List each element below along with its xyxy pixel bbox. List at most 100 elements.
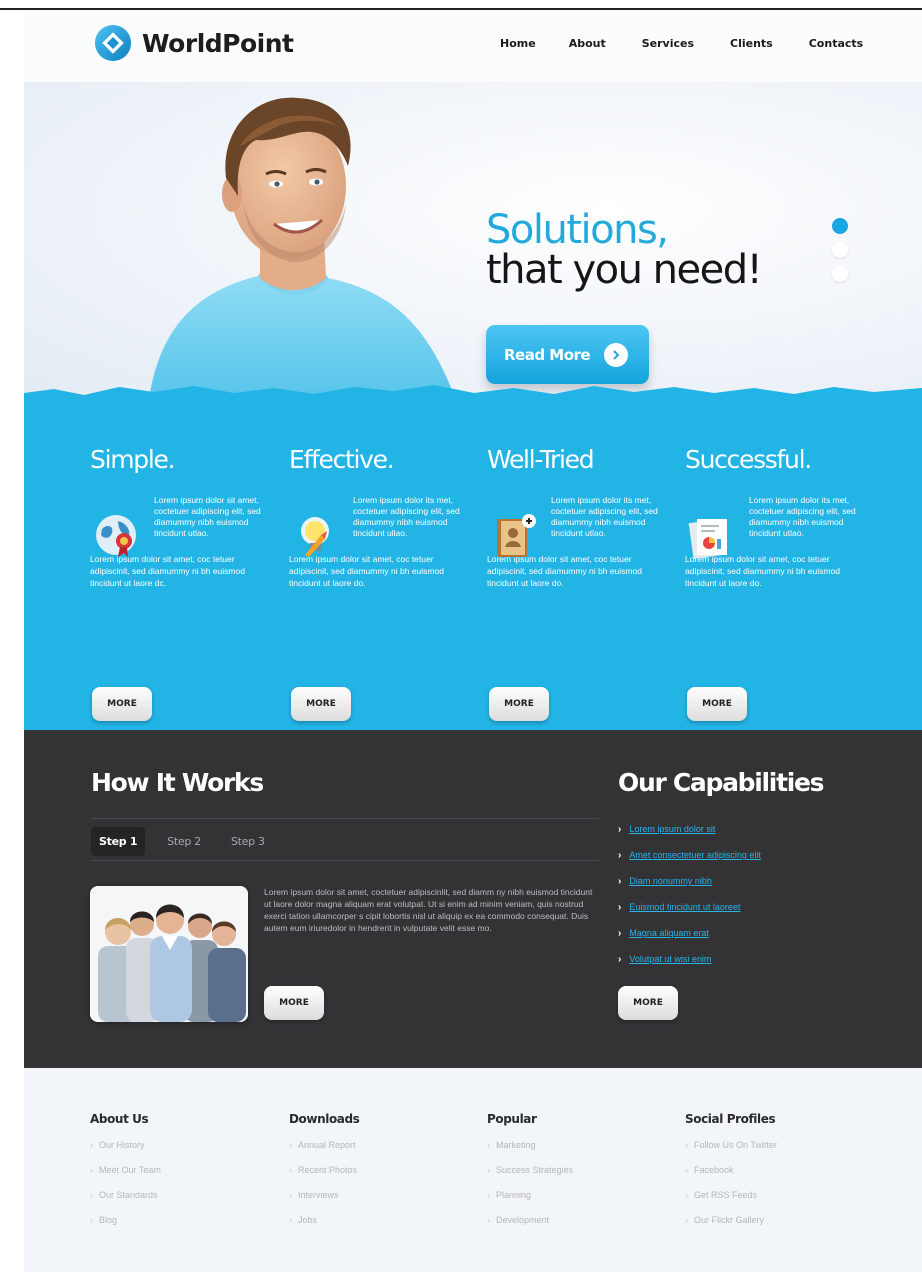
feature-successful: Successful. Lorem ipsum dolor its met, c…: [685, 445, 867, 721]
documents-chart-icon: [688, 519, 727, 559]
footer-link[interactable]: › Jobs: [289, 1215, 469, 1240]
hero-title: Solutions, that you need!: [486, 210, 763, 293]
footer-link[interactable]: › Follow Us On Twitter: [685, 1140, 865, 1165]
tab-step-3[interactable]: Step 3: [223, 827, 273, 856]
site-container: WorldPoint Home About Services Clients C…: [24, 10, 922, 1272]
globe-award-icon: [96, 515, 136, 557]
logo[interactable]: WorldPoint: [94, 24, 294, 62]
footer-column-social: Social Profiles › Follow Us On Twitter › F…: [685, 1112, 865, 1240]
divider: [91, 818, 599, 819]
arrow-right-icon: [604, 342, 629, 367]
footer-link[interactable]: › Our History: [90, 1140, 270, 1165]
team-image: [90, 886, 248, 1022]
footer-heading: Downloads: [289, 1112, 360, 1126]
footer-heading: Popular: [487, 1112, 537, 1126]
how-it-works-text: Lorem ipsum dolor sit amet, coctetuer ad…: [264, 887, 593, 933]
list-item: › Lorem ipsum dolor sit: [618, 816, 761, 842]
footer-link[interactable]: › Our Flickr Gallery: [685, 1215, 865, 1240]
features-section: Simple. Lorem ipsum dolor sit amet, coct…: [24, 395, 922, 730]
footer-link[interactable]: › Annual Report: [289, 1140, 469, 1165]
hero-title-line2: that you need!: [486, 247, 763, 293]
footer-link[interactable]: › Planning: [487, 1190, 667, 1215]
feature-more-button[interactable]: MORE: [92, 687, 152, 721]
step-tabs: Step 1 Step 2 Step 3: [91, 827, 287, 856]
capability-link[interactable]: Magna aliquam erat: [629, 928, 709, 938]
chevron-right-icon: ›: [618, 849, 622, 861]
footer-link[interactable]: › Blog: [90, 1215, 270, 1240]
lightbulb-icon: [301, 517, 329, 557]
slider-dot-2[interactable]: [832, 242, 848, 258]
footer-link[interactable]: › Recent Photos: [289, 1165, 469, 1190]
list-item: › Magna aliquam erat: [618, 920, 761, 946]
logo-text: WorldPoint: [142, 28, 294, 58]
feature-title: Well-Tried: [487, 445, 595, 474]
feature-more-button[interactable]: MORE: [687, 687, 747, 721]
feature-title: Successful.: [685, 445, 812, 474]
footer-link[interactable]: › Marketing: [487, 1140, 667, 1165]
nav-contacts[interactable]: Contacts: [809, 37, 863, 50]
nav-services[interactable]: Services: [642, 37, 694, 50]
capabilities-list: › Lorem ipsum dolor sit › Amet consectetue…: [618, 816, 761, 972]
capability-link[interactable]: Euismod tincidunt ut laoreet: [629, 902, 740, 912]
team-photo: [90, 886, 248, 1022]
capabilities-title: Our Capabilities: [618, 768, 825, 797]
nav-clients[interactable]: Clients: [730, 37, 773, 50]
read-more-label: Read More: [504, 345, 591, 364]
address-book-icon: [497, 514, 536, 557]
slider-dot-3[interactable]: [832, 266, 848, 282]
nav-about[interactable]: About: [569, 37, 606, 50]
nav-home[interactable]: Home: [500, 37, 536, 50]
feature-title: Effective.: [289, 445, 395, 474]
capabilities-more-button[interactable]: MORE: [618, 986, 678, 1020]
footer-link[interactable]: › Meet Our Team: [90, 1165, 270, 1190]
list-item: › Diam nonummy nibh: [618, 868, 761, 894]
tab-step-1[interactable]: Step 1: [91, 827, 146, 856]
footer-link[interactable]: › Success Strategies: [487, 1165, 667, 1190]
capability-link[interactable]: Diam nonummy nibh: [629, 876, 712, 886]
logo-icon: [94, 24, 132, 62]
how-it-works-section: How It Works Step 1 Step 2 Step 3 Lorem …: [24, 730, 922, 1068]
feature-effective: Effective. Lorem ipsum dolor its met, co…: [289, 445, 471, 721]
chevron-right-icon: ›: [618, 875, 622, 887]
chevron-right-icon: ›: [618, 901, 622, 913]
main-nav: Home About Services Clients Contacts: [500, 37, 899, 50]
footer-heading: Social Profiles: [685, 1112, 776, 1126]
footer-link[interactable]: › Our Standards: [90, 1190, 270, 1215]
how-it-works-more-button[interactable]: MORE: [264, 986, 324, 1020]
footer-column-popular: Popular › Marketing › Success Strategies ›…: [487, 1112, 667, 1240]
feature-text-a: Lorem ipsum dolor its met, coctetuer adi…: [551, 495, 658, 538]
feature-text-a: Lorem ipsum dolor its met, coctetuer adi…: [749, 495, 856, 538]
footer-heading: About Us: [90, 1112, 149, 1126]
feature-text-a: Lorem ipsum dolor its met, coctetuer adi…: [353, 495, 460, 538]
footer-link[interactable]: › Facebook: [685, 1165, 865, 1190]
feature-simple: Simple. Lorem ipsum dolor sit amet, coct…: [90, 445, 272, 721]
list-item: › Volutpat ut wisi enim: [618, 946, 761, 972]
chevron-right-icon: ›: [618, 953, 622, 965]
footer-link[interactable]: › Development: [487, 1215, 667, 1240]
footer-column-downloads: Downloads › Annual Report › Recent Photos …: [289, 1112, 469, 1240]
footer-column-about: About Us › Our History › Meet Our Team › Ou…: [90, 1112, 270, 1240]
list-item: › Euismod tincidunt ut laoreet: [618, 894, 761, 920]
site-footer: About Us › Our History › Meet Our Team › Ou…: [24, 1068, 922, 1272]
hero-slider: Solutions, that you need! Read More: [24, 82, 922, 406]
tab-step-2[interactable]: Step 2: [159, 827, 209, 856]
footer-link[interactable]: › Get RSS Feeds: [685, 1190, 865, 1215]
feature-more-button[interactable]: MORE: [489, 687, 549, 721]
chevron-right-icon: ›: [618, 927, 622, 939]
how-it-works-title: How It Works: [91, 768, 264, 797]
feature-more-button[interactable]: MORE: [291, 687, 351, 721]
feature-title: Simple.: [90, 445, 176, 474]
list-item: › Amet consectetuer adipiscing elit: [618, 842, 761, 868]
capability-link[interactable]: Volutpat ut wisi enim: [629, 954, 711, 964]
capability-link[interactable]: Lorem ipsum dolor sit: [629, 824, 715, 834]
footer-link[interactable]: › Interviews: [289, 1190, 469, 1215]
site-header: WorldPoint Home About Services Clients C…: [24, 10, 922, 82]
feature-well-tried: Well-Tried Lorem ipsum dolor its met, co…: [487, 445, 669, 721]
feature-text-a: Lorem ipsum dolor sit amet, coctetuer ad…: [154, 495, 261, 538]
hero-person-image: [148, 97, 458, 406]
slider-pagination: [832, 218, 848, 290]
capability-link[interactable]: Amet consectetuer adipiscing elit: [629, 850, 761, 860]
slider-dot-1[interactable]: [832, 218, 848, 234]
page: WorldPoint Home About Services Clients C…: [0, 0, 922, 1272]
chevron-right-icon: ›: [618, 823, 622, 835]
